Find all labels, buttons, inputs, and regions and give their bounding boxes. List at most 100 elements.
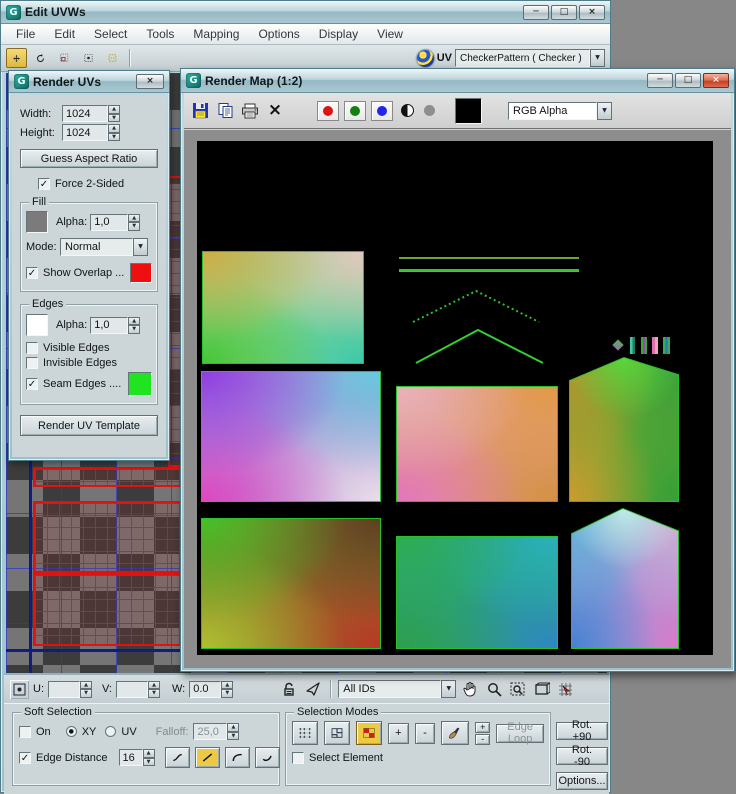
visible-edges-label: Visible Edges	[43, 342, 109, 354]
menu-file[interactable]: File	[7, 25, 45, 43]
spin-up-icon: ▲	[227, 723, 239, 732]
lock-selection-icon[interactable]	[279, 680, 299, 699]
menu-select[interactable]: Select	[85, 25, 137, 43]
print-icon[interactable]	[240, 101, 260, 120]
edge-distance-checkbox[interactable]: ✓	[19, 752, 31, 764]
shrink-selection-button[interactable]: -	[415, 723, 436, 744]
alpha-channel-toggle[interactable]	[421, 101, 437, 120]
rotate-tool-icon[interactable]	[30, 48, 51, 68]
texture-dropdown[interactable]: CheckerPattern ( Checker ) ▼	[455, 49, 605, 67]
copy-icon[interactable]	[215, 101, 235, 120]
edge-color-swatch[interactable]	[26, 314, 48, 336]
zoom-region-icon[interactable]	[508, 680, 528, 699]
green-channel-toggle[interactable]	[344, 101, 366, 121]
toolbar-separator	[129, 49, 130, 67]
zoom-extents-icon[interactable]	[532, 680, 552, 699]
close-button[interactable]: ×	[703, 73, 729, 88]
chevron-down-icon[interactable]: ▼	[597, 102, 612, 120]
edge-distance-spinner[interactable]: 16 ▲▼	[119, 749, 155, 766]
xy-radio[interactable]: ●	[66, 726, 77, 737]
grow-selection-button[interactable]: +	[388, 723, 409, 744]
seam-edges-checkbox[interactable]: ✓	[26, 378, 38, 390]
fill-alpha-spinner[interactable]: 1,0 ▲▼	[90, 214, 140, 231]
absolute-offset-toggle-icon[interactable]	[10, 680, 29, 699]
edit-uvws-titlebar[interactable]: G Edit UVWs ─ □ ×	[1, 1, 610, 24]
paint-select-icon[interactable]	[441, 721, 469, 745]
on-checkbox[interactable]	[19, 726, 31, 738]
close-icon[interactable]: ×	[136, 74, 164, 89]
render-map-titlebar[interactable]: G Render Map (1:2) ─ □ ×	[181, 69, 734, 93]
paint-shrink-button[interactable]: -	[475, 734, 490, 745]
maximize-button[interactable]: □	[675, 73, 701, 88]
mono-channel-toggle[interactable]	[398, 101, 416, 120]
save-icon[interactable]	[190, 101, 210, 120]
render-canvas[interactable]	[197, 141, 713, 655]
chevron-down-icon[interactable]: ▼	[133, 238, 148, 256]
vertex-mode-icon[interactable]	[292, 721, 318, 745]
invisible-edges-checkbox[interactable]	[26, 357, 38, 369]
menu-mapping[interactable]: Mapping	[184, 25, 249, 43]
menu-edit[interactable]: Edit	[45, 25, 85, 43]
edge-mode-icon[interactable]	[324, 721, 350, 745]
delete-icon[interactable]: ×	[265, 101, 285, 120]
channel-dropdown[interactable]: RGB Alpha ▼	[508, 102, 612, 120]
select-element-checkbox[interactable]	[292, 752, 304, 764]
width-spinner[interactable]: 1024 ▲▼	[62, 105, 120, 122]
u-spinner[interactable]: ▲▼	[48, 681, 92, 698]
mirror-tool-icon[interactable]	[102, 48, 123, 68]
move-tool-icon[interactable]	[6, 48, 27, 68]
force-2sided-checkbox[interactable]: ✓	[38, 178, 50, 190]
guess-aspect-ratio-button[interactable]: Guess Aspect Ratio	[20, 149, 158, 168]
face-mode-icon[interactable]	[356, 721, 382, 745]
paint-grow-button[interactable]: +	[475, 722, 490, 733]
slow-out-curve-button[interactable]	[225, 747, 250, 768]
quick-transform-icon[interactable]	[303, 680, 323, 699]
render-uvs-titlebar[interactable]: G Render UVs ×	[9, 71, 169, 93]
edge-loop-button[interactable]: Edge Loop	[496, 724, 544, 743]
spin-down-icon: ▼	[128, 325, 140, 334]
v-spinner[interactable]: ▲▼	[116, 681, 160, 698]
menu-options[interactable]: Options	[249, 25, 309, 43]
chevron-down-icon[interactable]: ▼	[590, 49, 605, 67]
smooth-curve-button[interactable]	[165, 747, 190, 768]
spin-down-icon: ▼	[80, 689, 92, 698]
ids-dropdown[interactable]: All IDs ▼	[338, 680, 456, 698]
minimize-button[interactable]: ─	[523, 5, 549, 20]
seam-color-swatch[interactable]	[128, 372, 152, 396]
rotate-minus-90-button[interactable]: Rot. -90	[556, 747, 608, 765]
height-spinner[interactable]: 1024 ▲▼	[62, 124, 120, 141]
red-channel-toggle[interactable]	[317, 101, 339, 121]
close-button[interactable]: ×	[579, 5, 605, 20]
menu-display[interactable]: Display	[310, 25, 368, 43]
scale-tool-icon[interactable]	[54, 48, 75, 68]
fill-color-swatch[interactable]	[26, 211, 48, 233]
minimize-button[interactable]: ─	[647, 73, 673, 88]
falloff-spinner[interactable]: 25,0 ▲▼	[193, 723, 239, 740]
chevron-down-icon[interactable]: ▼	[441, 680, 456, 698]
overlap-color-swatch[interactable]	[130, 263, 152, 283]
fast-out-curve-button[interactable]	[255, 747, 280, 768]
uv-radio[interactable]	[105, 726, 116, 737]
mode-dropdown[interactable]: Normal ▼	[60, 238, 148, 256]
app-logo-icon: G	[14, 74, 29, 89]
pan-hand-icon[interactable]	[460, 680, 480, 699]
invisible-edges-label: Invisible Edges	[43, 357, 117, 369]
menu-view[interactable]: View	[368, 25, 413, 43]
freeform-tool-icon[interactable]	[78, 48, 99, 68]
edges-alpha-spinner[interactable]: 1,0 ▲▼	[90, 317, 140, 334]
blue-channel-toggle[interactable]	[371, 101, 393, 121]
show-overlap-checkbox[interactable]: ✓	[26, 267, 38, 279]
menu-tools[interactable]: Tools	[137, 25, 184, 43]
w-spinner[interactable]: 0.0 ▲▼	[189, 681, 233, 698]
zoom-to-selected-icon[interactable]	[556, 680, 576, 699]
background-color-swatch[interactable]	[455, 98, 482, 124]
rotate-plus-90-button[interactable]: Rot. +90	[556, 722, 608, 740]
texture-sphere-icon[interactable]	[417, 50, 434, 67]
zoom-icon[interactable]	[484, 680, 504, 699]
render-uv-template-button[interactable]: Render UV Template	[20, 415, 158, 436]
maximize-button[interactable]: □	[551, 5, 577, 20]
options-button[interactable]: Options...	[556, 772, 608, 790]
visible-edges-checkbox[interactable]	[26, 342, 38, 354]
linear-curve-button[interactable]	[195, 747, 220, 768]
render-map-title: Render Map (1:2)	[205, 74, 302, 88]
